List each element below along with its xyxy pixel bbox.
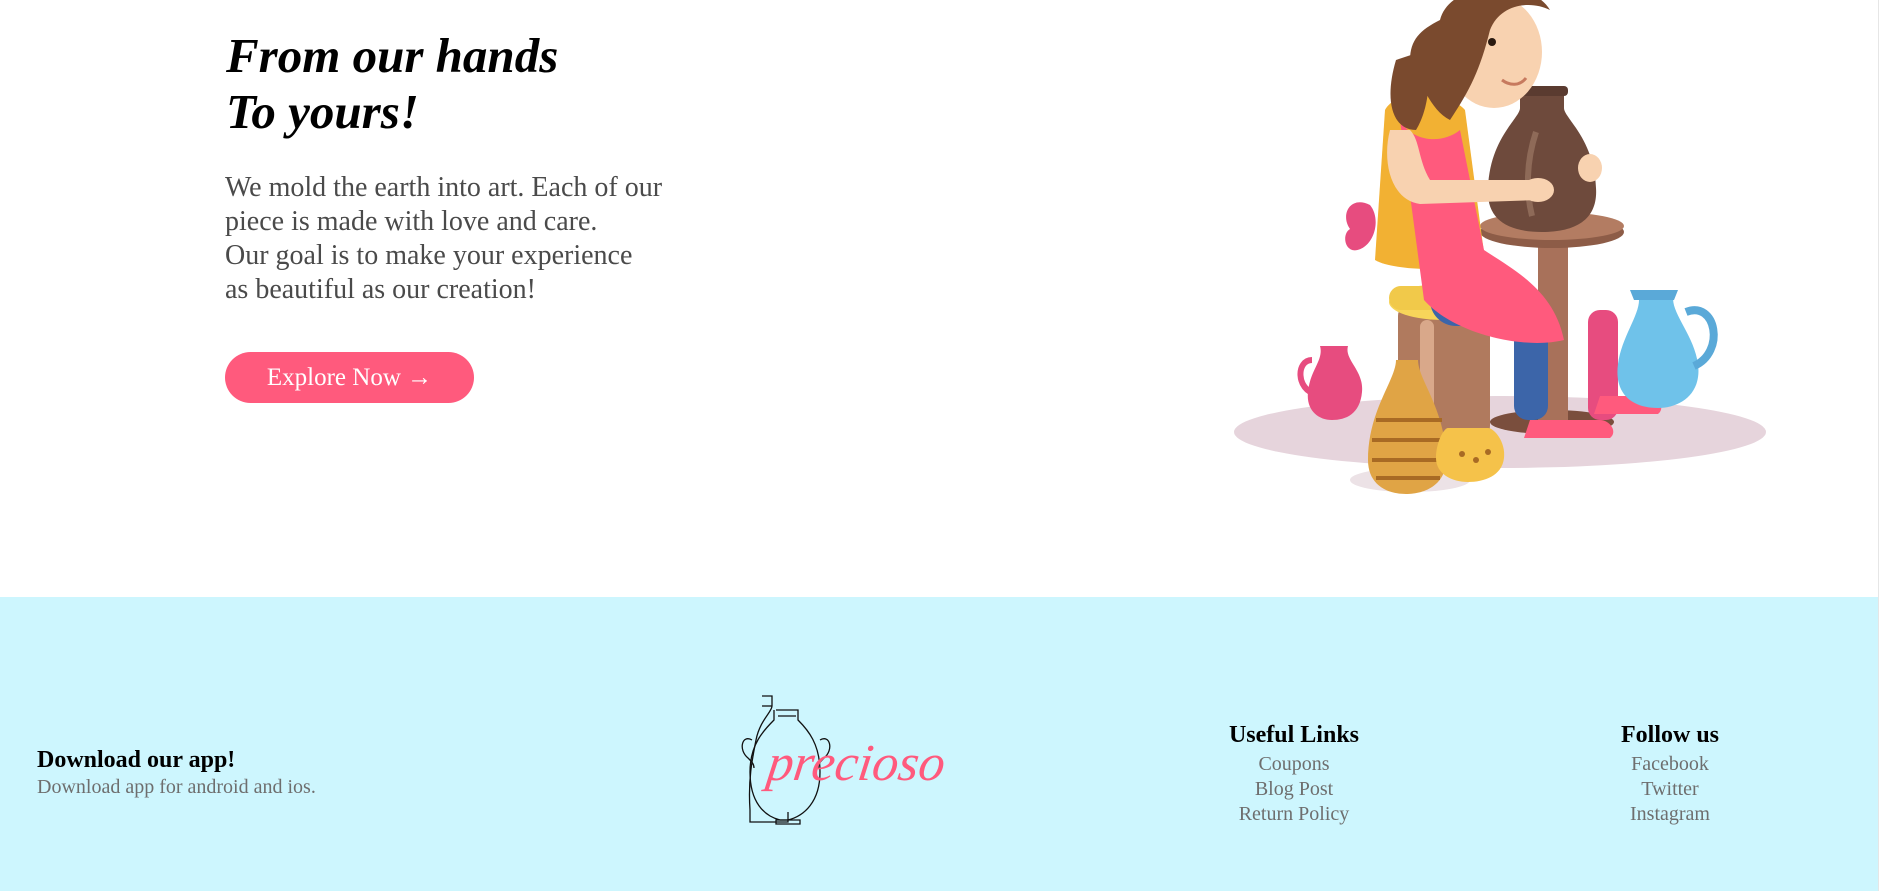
useful-links-section: Useful Links Coupons Blog Post Return Po…: [1174, 721, 1414, 827]
download-app-subtitle: Download app for android and ios.: [37, 776, 316, 798]
hero-description-line: Our goal is to make your experience: [225, 240, 633, 271]
hero-description-line: We mold the earth into art. Each of our: [225, 172, 663, 203]
footer-link-coupons[interactable]: Coupons: [1174, 752, 1414, 777]
hero-title: From our hands To yours!: [226, 28, 558, 140]
useful-links-heading: Useful Links: [1228, 722, 1360, 748]
social-link-facebook[interactable]: Facebook: [1550, 752, 1790, 777]
hero-title-line: From our hands: [226, 28, 559, 83]
social-link-instagram[interactable]: Instagram: [1550, 802, 1790, 827]
download-app-heading: Download our app!: [37, 747, 236, 773]
explore-now-button[interactable]: Explore Now →: [225, 352, 474, 403]
social-link-twitter[interactable]: Twitter: [1550, 777, 1790, 802]
hero-description-line: piece is made with love and care.: [225, 206, 598, 237]
hero-description-line: as beautiful as our creation!: [225, 274, 536, 305]
site-footer: Download our app! Download app for andro…: [0, 597, 1879, 891]
brand-logo-wordmark: precioso: [760, 734, 949, 792]
girl-making-pottery-illustration: [1234, 0, 1766, 494]
hero-title-line: To yours!: [226, 84, 419, 139]
follow-us-section: Follow us Facebook Twitter Instagram: [1550, 721, 1790, 827]
footer-link-blog-post[interactable]: Blog Post: [1174, 777, 1414, 802]
follow-us-heading: Follow us: [1620, 722, 1719, 748]
footer-link-return-policy[interactable]: Return Policy: [1174, 802, 1414, 827]
brand-logo[interactable]: precioso: [734, 692, 964, 827]
hero-description: We mold the earth into art. Each of our …: [225, 171, 662, 307]
page-scrollbar[interactable]: [1878, 0, 1897, 891]
